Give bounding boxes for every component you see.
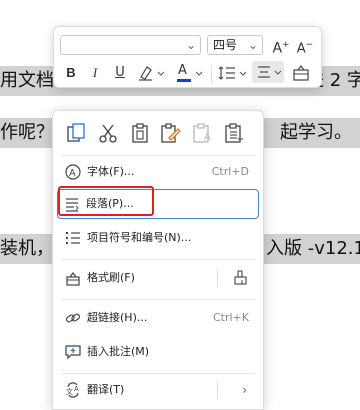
copy-icon	[67, 123, 85, 142]
line-spacing-icon	[218, 66, 247, 80]
shrink-font-label: A	[296, 41, 306, 57]
mini-toolbar: ⌄ 四号 ⌄ A+ A− B I U A	[53, 26, 322, 88]
clipboard-toolbar: A	[53, 111, 263, 153]
menu-item-label: 字体(F)...	[87, 165, 135, 178]
paste-format-icon	[225, 123, 243, 143]
italic-button[interactable]: I	[86, 63, 104, 83]
menu-item-bullets-numbering[interactable]: 项目符号和编号(N)...	[57, 223, 259, 253]
format-painter-icon	[66, 272, 80, 286]
context-menu: A A 字体(F)... Ctrl+D 段落(P)... 项目符号和编号(N).…	[52, 110, 264, 410]
menu-item-label: 格式刷(F)	[87, 271, 135, 284]
paragraph-icon	[66, 198, 79, 212]
svg-text:A: A	[204, 132, 211, 143]
comment-icon	[65, 345, 81, 360]
font-size-value: 四号	[213, 38, 238, 52]
highlight-color-button[interactable]	[136, 63, 166, 83]
paste-text-only-button: A	[191, 122, 213, 144]
menu-divider	[61, 299, 255, 300]
menu-item-font[interactable]: A 字体(F)... Ctrl+D	[57, 157, 259, 187]
svg-text:文: 文	[66, 387, 73, 396]
svg-text:A: A	[74, 386, 79, 393]
format-painter-brush-icon	[234, 270, 247, 285]
align-center-icon	[258, 66, 282, 78]
paste-special-icon	[161, 123, 181, 143]
chevron-right-icon: ›	[242, 383, 247, 397]
menu-item-hyperlink[interactable]: 超链接(H)... Ctrl+K	[57, 303, 259, 333]
grow-font-button[interactable]: A+	[270, 35, 292, 57]
menu-item-label: 翻译(T)	[87, 383, 125, 396]
underline-label: U	[115, 65, 125, 80]
menu-item-paragraph[interactable]: 段落(P)...	[57, 189, 259, 219]
bold-label: B	[66, 65, 76, 80]
cut-icon	[99, 124, 117, 143]
paste-icon	[132, 123, 148, 143]
paste-format-button[interactable]	[223, 122, 245, 144]
menu-divider	[61, 373, 255, 374]
menu-item-label: 超链接(H)...	[87, 311, 148, 324]
document-text: 入版 -v12.1.0	[266, 238, 360, 259]
italic-label: I	[92, 65, 98, 80]
menu-item-format-painter[interactable]: 格式刷(F)	[57, 263, 259, 293]
font-color-button[interactable]: A	[174, 63, 204, 83]
highlighter-icon	[139, 66, 165, 81]
hyperlink-icon	[65, 313, 81, 323]
underline-button[interactable]: U	[111, 63, 129, 83]
grow-font-label: A	[272, 40, 283, 57]
menu-item-divider	[217, 381, 218, 399]
menu-item-insert-comment[interactable]: 插入批注(M)	[57, 337, 259, 367]
font-name-select[interactable]: ⌄	[60, 35, 201, 55]
menu-item-shortcut: Ctrl+K	[212, 311, 249, 324]
menu-item-label: 插入批注(M)	[87, 345, 150, 358]
menu-item-divider	[217, 269, 218, 287]
paste-special-button[interactable]	[159, 122, 181, 144]
menu-item-label: 项目符号和编号(N)...	[87, 231, 192, 244]
cut-button[interactable]	[97, 122, 119, 144]
translate-icon: 文 A	[66, 382, 79, 398]
menu-item-shortcut: Ctrl+D	[211, 165, 249, 178]
copy-button[interactable]	[65, 122, 87, 144]
svg-text:A: A	[69, 168, 76, 179]
document-text: 起学习。	[280, 122, 352, 143]
menu-divider	[61, 259, 255, 260]
chevron-down-icon: ⌄	[247, 38, 258, 52]
bold-button[interactable]: B	[62, 63, 80, 83]
paste-text-icon: A	[193, 123, 211, 143]
font-icon: A	[65, 164, 81, 180]
align-button[interactable]	[252, 61, 284, 83]
menu-divider	[61, 155, 255, 156]
menu-item-translate[interactable]: 文 A 翻译(T) ›	[57, 375, 259, 405]
line-spacing-button[interactable]	[218, 63, 248, 83]
chevron-down-icon: ⌄	[185, 38, 196, 52]
chevron-down-icon	[195, 71, 203, 76]
font-size-select[interactable]: 四号 ⌄	[207, 35, 263, 55]
bullet-list-icon	[66, 232, 80, 244]
menu-item-label: 段落(P)...	[86, 197, 134, 210]
toolbar-divider	[211, 65, 212, 83]
document-text: 作呢？	[0, 122, 54, 143]
paste-button[interactable]	[129, 122, 151, 144]
style-set-icon	[293, 65, 309, 81]
style-set-button[interactable]	[290, 63, 314, 83]
shrink-font-button[interactable]: A−	[294, 35, 316, 57]
